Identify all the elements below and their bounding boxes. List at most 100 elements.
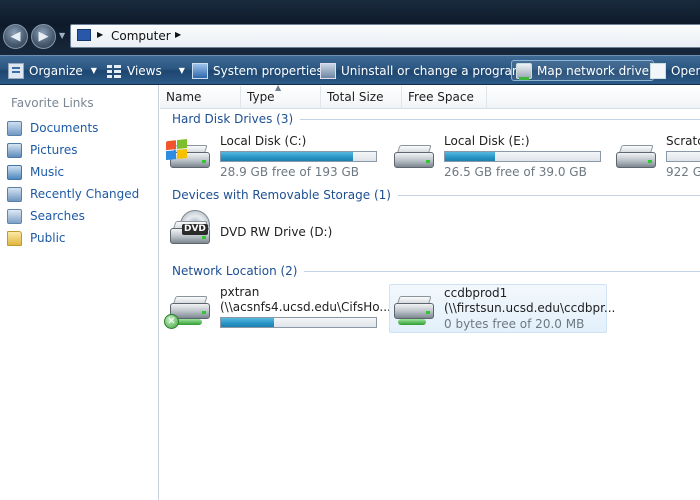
music-icon [7,164,22,180]
column-header-bar: Name Type ▲ Total Size Free Space [160,83,700,109]
column-header-total-size[interactable]: Total Size [321,86,402,109]
back-button[interactable]: ◀ [3,24,28,49]
address-bar-region: ◀ ▶ ▼ ▶ Computer ▶ [0,0,700,55]
drive-usage-bar [666,151,700,162]
column-header-name[interactable]: Name [160,86,241,109]
back-arrow-icon: ◀ [10,29,21,44]
documents-icon [7,120,22,136]
drive-name: Local Disk (E:) [444,134,530,148]
system-properties-icon [192,62,208,79]
group-header-hard-disk-drives[interactable]: Hard Disk Drives (3) [172,111,700,127]
favorite-links-header: Favorite Links [11,96,94,110]
chevron-down-icon: ▼ [90,66,97,75]
drive-name: DVD RW Drive (D:) [220,225,333,239]
system-properties-button[interactable]: System properties [188,60,327,81]
drive-name: ccdbprod1 [444,286,508,300]
sidebar-item-label: Documents [30,121,99,135]
open-icon [650,62,666,79]
column-header-free-space[interactable]: Free Space [402,86,487,109]
drive-usage-fill [221,318,274,327]
drive-name: pxtran [220,285,260,299]
drive-free-space: 26.5 GB free of 39.0 GB [444,165,587,179]
searches-icon [7,208,22,224]
sidebar-item-label: Public [30,231,66,245]
group-divider [300,118,700,120]
sort-ascending-icon: ▲ [275,83,282,92]
sidebar-item-documents[interactable]: Documents [7,119,98,137]
windows-logo-icon [166,138,188,162]
disconnected-icon: ✕ [164,314,179,329]
organize-label: Organize [29,63,83,78]
navigation-pane: Favorite Links Documents Pictures Music … [0,85,159,500]
network-drive-icon: ✕ [164,291,214,329]
drive-item-local-disk-e[interactable]: Local Disk (E:) 26.5 GB free of 39.0 GB [392,134,607,180]
group-divider [397,194,700,196]
system-properties-label: System properties [213,63,323,78]
organize-icon [8,62,24,79]
chevron-down-icon: ▼ [178,66,185,75]
drive-name: Local Disk (C:) [220,134,307,148]
hard-drive-icon [614,140,660,176]
views-label: Views [127,63,162,78]
drive-item-scratch[interactable]: Scratc 922 GE [614,134,700,180]
group-title: Devices with Removable Storage (1) [172,188,391,202]
forward-arrow-icon: ▶ [38,29,49,44]
command-bar: Organize ▼ Views ▼ System properties Uni… [0,55,700,85]
views-button[interactable]: Views ▼ [102,60,189,81]
uninstall-program-button[interactable]: Uninstall or change a program [316,60,528,81]
drive-usage-fill [221,152,353,161]
group-divider [304,270,700,272]
drive-free-space: 28.9 GB free of 193 GB [220,165,359,179]
sidebar-item-recently-changed[interactable]: Recently Changed [7,185,139,203]
sidebar-item-pictures[interactable]: Pictures [7,141,78,159]
drive-usage-bar [220,317,377,328]
breadcrumb-separator-icon[interactable]: ▶ [97,30,103,39]
views-icon [106,63,122,79]
pictures-icon [7,142,22,158]
network-drive-item-pxtran[interactable]: ✕ pxtran (\\acsnfs4.ucsd.edu\CifsHo... [164,285,391,333]
group-title: Hard Disk Drives (3) [172,112,294,126]
network-drive-icon [516,62,532,80]
open-label: Open [671,63,700,78]
sidebar-item-public[interactable]: Public [7,229,66,247]
drive-usage-bar [444,151,601,162]
network-pipe-icon [398,319,426,325]
open-button[interactable]: Open [646,60,700,81]
sidebar-item-music[interactable]: Music [7,163,64,181]
sidebar-item-searches[interactable]: Searches [7,207,85,225]
address-bar[interactable]: ▶ Computer ▶ [70,24,700,48]
drive-free-space: 0 bytes free of 20.0 MB [444,317,585,331]
breadcrumb-separator-icon[interactable]: ▶ [175,30,181,39]
sidebar-item-label: Pictures [30,143,78,157]
network-drive-icon [392,291,438,327]
breadcrumb-computer[interactable]: Computer [111,29,171,43]
network-drive-item-ccdbprod1[interactable]: ccdbprod1 (\\firstsun.ucsd.edu\ccdbpr...… [389,284,615,333]
map-network-drive-label: Map network drive [537,63,650,78]
drive-path: (\\acsnfs4.ucsd.edu\CifsHo... [220,300,391,314]
hard-drive-icon [392,140,438,176]
dvd-drive-icon: DVD [168,210,214,252]
drive-path: (\\firstsun.ucsd.edu\ccdbpr... [444,301,616,315]
sidebar-item-label: Recently Changed [30,187,140,201]
uninstall-icon [320,62,336,79]
group-header-removable-storage[interactable]: Devices with Removable Storage (1) [172,187,700,203]
drive-usage-bar [220,151,377,162]
computer-icon [77,29,91,41]
recent-pages-dropdown[interactable]: ▼ [59,31,65,40]
uninstall-label: Uninstall or change a program [341,63,524,78]
map-network-drive-button[interactable]: Map network drive [511,60,655,81]
organize-button[interactable]: Organize ▼ [4,60,101,81]
group-title: Network Location (2) [172,264,298,278]
group-header-network-location[interactable]: Network Location (2) [172,263,700,279]
folder-icon [7,230,22,246]
drive-item-dvd-rw[interactable]: DVD DVD RW Drive (D:) [168,210,383,256]
drive-free-space: 922 GE [666,165,700,179]
sidebar-item-label: Searches [30,209,85,223]
forward-button[interactable]: ▶ [31,24,56,49]
recently-changed-icon [7,186,22,202]
sidebar-item-label: Music [30,165,65,179]
drive-name: Scratc [666,134,700,148]
drive-usage-fill [445,152,495,161]
drive-item-local-disk-c[interactable]: Local Disk (C:) 28.9 GB free of 193 GB [166,134,383,180]
dvd-badge: DVD [182,224,208,235]
